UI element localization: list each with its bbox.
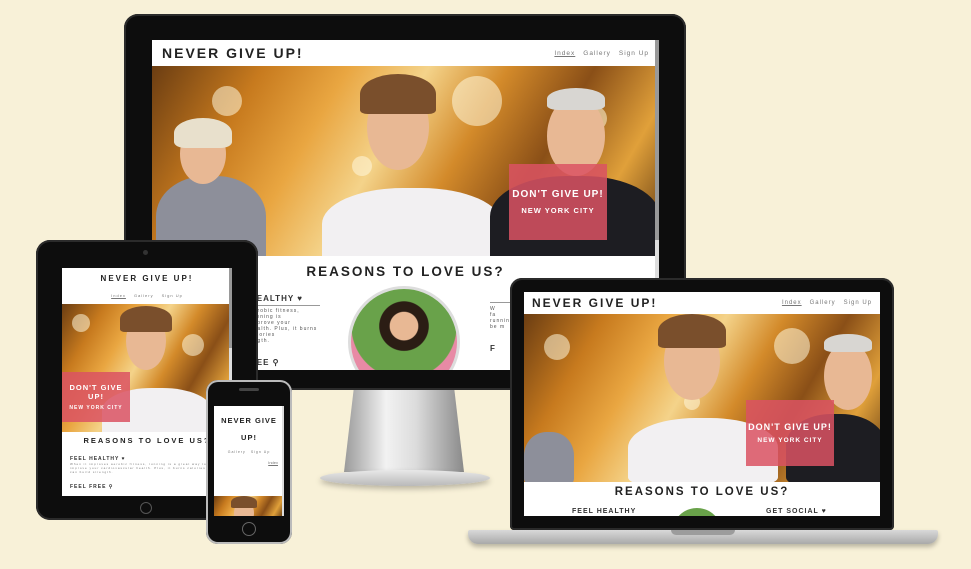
laptop-screen: NEVER GIVE UP! Index Gallery Sign Up DON… — [524, 292, 880, 516]
laptop-nav-links: Index Gallery Sign Up — [782, 300, 872, 306]
tablet-nav-gallery[interactable]: Gallery — [134, 293, 154, 298]
phone-screen: NEVER GIVE UP! Gallery Sign Up Index — [214, 406, 284, 516]
monitor-base — [320, 470, 490, 486]
hero-image: DON'T GIVE UP! NEW YORK CITY — [152, 66, 659, 256]
phone-nav-links: Gallery Sign Up — [228, 450, 271, 454]
hero-badge: DON'T GIVE UP! NEW YORK CITY — [509, 164, 607, 240]
monitor-scroll-thumb[interactable] — [655, 40, 659, 240]
tablet-home-button[interactable] — [140, 502, 152, 514]
laptop-feature-photo — [672, 508, 722, 516]
phone-nav-index[interactable]: Index — [268, 460, 278, 465]
laptop-reasons: REASONS TO LOVE US? — [614, 486, 790, 498]
feature-photo — [348, 286, 460, 370]
tablet-brand[interactable]: NEVER GIVE UP! — [101, 274, 194, 283]
laptop-badge: DON'T GIVE UP! NEW YORK CITY — [746, 400, 834, 466]
phone: NEVER GIVE UP! Gallery Sign Up Index — [206, 380, 292, 546]
laptop-nav-gallery[interactable]: Gallery — [810, 300, 836, 306]
phone-nav-gallery[interactable]: Gallery — [228, 450, 246, 454]
tablet-navbar: NEVER GIVE UP! Index Gallery Sign Up — [62, 268, 232, 304]
laptop-badge-sub: NEW YORK CITY — [757, 437, 823, 444]
tablet-badge: DON'T GIVE UP! NEW YORK CITY — [62, 372, 130, 422]
laptop-navbar: NEVER GIVE UP! Index Gallery Sign Up — [524, 292, 880, 314]
laptop-hero: DON'T GIVE UP! NEW YORK CITY — [524, 314, 880, 482]
tablet-feature-healthy: FEEL HEALTHY ♥ When it improves aerobic … — [70, 456, 219, 490]
nav-signup[interactable]: Sign Up — [619, 50, 649, 57]
phone-nav-signup[interactable]: Sign Up — [251, 450, 270, 454]
tablet-scroll-thumb[interactable] — [229, 268, 232, 348]
laptop-social-title: GET SOCIAL — [766, 508, 819, 515]
tablet-free-title: FEEL FREE — [70, 484, 107, 490]
laptop-feature-social: GET SOCIAL ♥ — [766, 508, 827, 515]
nav-gallery[interactable]: Gallery — [583, 50, 611, 57]
tablet-healthy-text: When it improves aerobic fitness, runnin… — [70, 462, 219, 474]
phone-navbar: NEVER GIVE UP! Gallery Sign Up Index — [214, 406, 284, 474]
badge-subtitle: NEW YORK CITY — [521, 206, 595, 215]
laptop-notch — [671, 530, 735, 535]
phone-brand-line1[interactable]: NEVER GIVE — [221, 416, 277, 425]
laptop-feature-healthy: FEEL HEALTHY — [572, 508, 637, 515]
tablet-nav-links: Index Gallery Sign Up — [111, 293, 183, 298]
laptop-badge-title: DON'T GIVE UP! — [748, 422, 832, 432]
laptop-brand[interactable]: NEVER GIVE UP! — [532, 296, 657, 310]
feature-healthy: HEALTHY ♥ aerobic fitness, running is imp… — [250, 294, 320, 367]
tablet-nav-index[interactable]: Index — [111, 293, 126, 298]
phone-home-button[interactable] — [242, 522, 256, 536]
phone-speaker — [239, 388, 259, 391]
laptop-nav-signup[interactable]: Sign Up — [844, 300, 872, 306]
phone-hero — [214, 496, 284, 516]
nav-index[interactable]: Index — [554, 50, 575, 57]
tablet-camera — [143, 250, 148, 255]
monitor-navbar: NEVER GIVE UP! Index Gallery Sign Up — [152, 40, 659, 66]
badge-title: DON'T GIVE UP! — [512, 189, 604, 200]
laptop: NEVER GIVE UP! Index Gallery Sign Up DON… — [468, 278, 938, 550]
tablet-nav-signup[interactable]: Sign Up — [162, 293, 183, 298]
brand-logo[interactable]: NEVER GIVE UP! — [162, 45, 304, 61]
nav-links: Index Gallery Sign Up — [554, 50, 649, 57]
tablet-badge-title: DON'T GIVE UP! — [69, 383, 123, 401]
laptop-nav-index[interactable]: Index — [782, 300, 802, 306]
tablet-badge-sub: NEW YORK CITY — [69, 405, 123, 411]
phone-brand-line2[interactable]: UP! — [241, 433, 257, 442]
monitor-neck — [344, 390, 464, 472]
phone-scrollbar[interactable] — [282, 406, 284, 516]
